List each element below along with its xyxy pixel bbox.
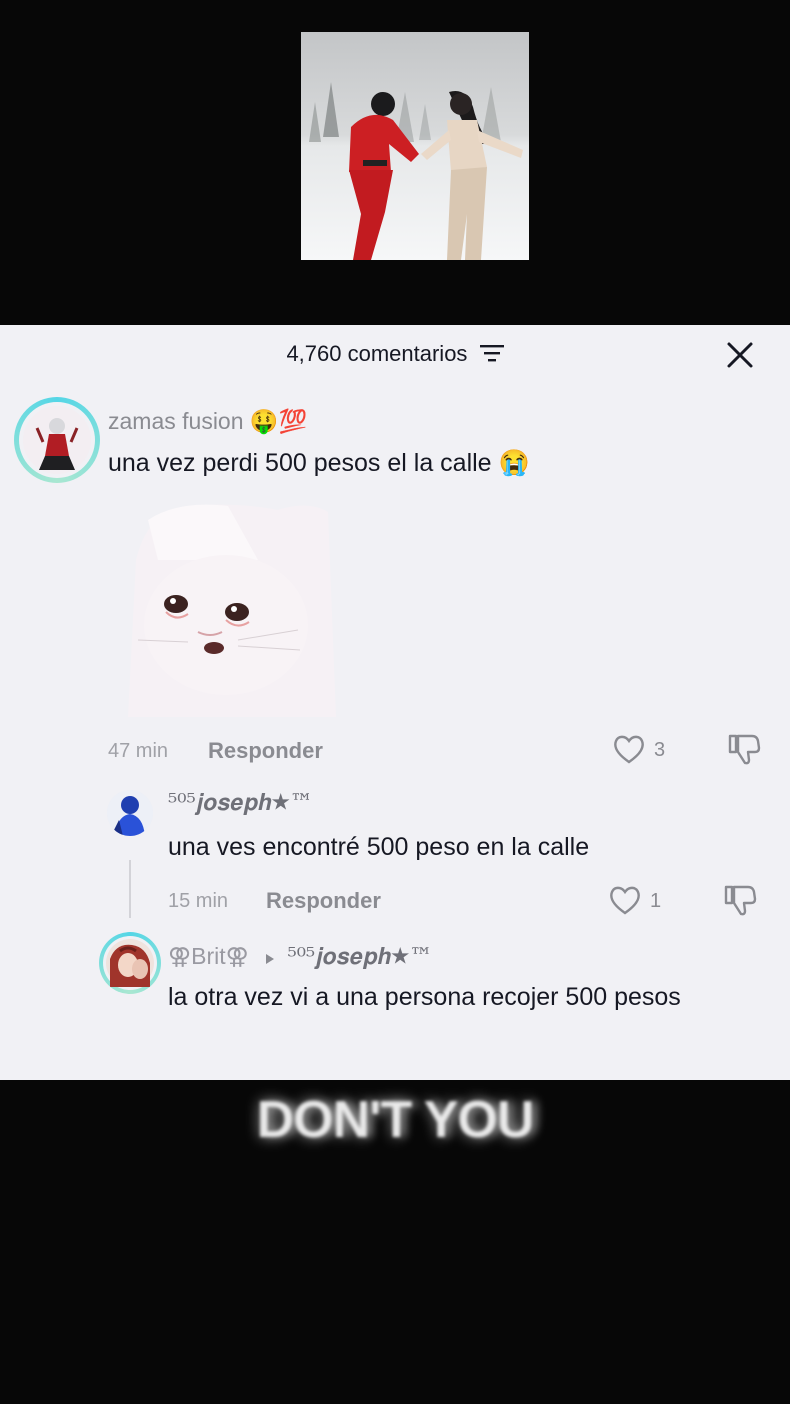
comment-username[interactable]: zamas fusion 🤑💯	[108, 408, 307, 435]
avatar[interactable]	[14, 397, 100, 483]
video-caption-overlay: DON'T YOU	[256, 1091, 535, 1149]
avatar-image	[106, 939, 154, 987]
avatar[interactable]	[107, 790, 153, 836]
comments-panel: 4,760 comentarios zamas fusion 🤑💯 una ve…	[0, 325, 790, 1080]
heart-icon[interactable]	[612, 733, 646, 770]
close-icon[interactable]	[724, 339, 756, 371]
dislike-icon[interactable]	[726, 732, 762, 771]
avatar-image	[23, 406, 91, 474]
like-count: 1	[650, 890, 662, 912]
reply-button[interactable]: Responder	[208, 738, 323, 764]
avatar-image	[107, 790, 153, 836]
video-scene-image	[301, 32, 529, 260]
comment-text: una vez perdi 500 pesos el la calle 😭	[108, 449, 530, 477]
thread-line	[129, 860, 131, 918]
comment-username[interactable]: ⚢Brit⚢ ⁵⁰⁵𝒋𝒐𝒔𝒆𝒑𝒉★™	[168, 943, 432, 971]
like-count: 3	[654, 739, 666, 761]
reply-arrow-icon	[265, 944, 275, 971]
comments-count-label: 4,760 comentarios	[286, 341, 468, 366]
comment-username[interactable]: ⁵⁰⁵𝒋𝒐𝒔𝒆𝒑𝒉★™	[168, 790, 313, 816]
comment-text: una ves encontré 500 peso en la calle	[168, 833, 590, 861]
filter-icon[interactable]	[479, 342, 504, 368]
video-thumbnail[interactable]	[301, 32, 529, 260]
reply-button[interactable]: Responder	[266, 888, 381, 914]
crying-cat-sticker	[118, 500, 336, 717]
avatar[interactable]	[99, 932, 161, 994]
comment-text: la otra vez vi a una persona recojer 500…	[168, 983, 681, 1011]
heart-icon[interactable]	[608, 884, 642, 921]
comments-count-title[interactable]: 4,760 comentarios	[0, 341, 790, 368]
reply-to-username[interactable]: ⁵⁰⁵𝒋𝒐𝒔𝒆𝒑𝒉★™	[287, 944, 432, 970]
comment-username-label: ⚢Brit⚢	[168, 943, 249, 969]
dislike-icon[interactable]	[722, 883, 758, 922]
comment-time: 47 min	[108, 740, 169, 762]
comment-time: 15 min	[168, 890, 229, 912]
comments-header: 4,760 comentarios	[0, 325, 790, 383]
